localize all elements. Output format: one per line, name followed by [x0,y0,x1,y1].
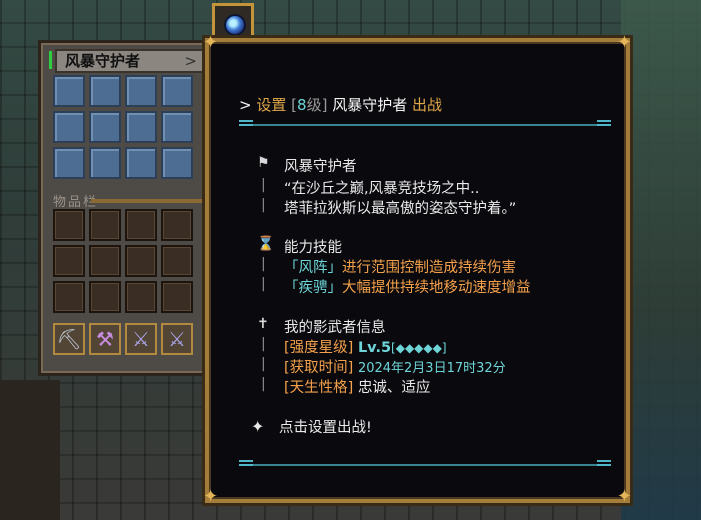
storage-slot[interactable] [89,111,121,143]
inventory-slot[interactable] [53,281,85,313]
shadow-warrior-tooltip: ✦ ✦ ✦ ✦ > 设置 [8级] 风暴守护者 出战 ⚑ 风暴守护者 | “在沙… [203,32,632,507]
skill-1-name: 「风阵」 [284,260,342,276]
nature-label: [天生性格] [284,380,354,396]
frame-corner-ornament: ✦ [203,486,219,507]
storage-slot[interactable] [53,111,85,143]
hourglass-icon: ⌛ [257,236,275,252]
storage-slot[interactable] [53,147,85,179]
frame-corner-ornament: ✦ [203,32,219,53]
time-row: [获取时间] 2024年2月3日17时32分 [284,356,506,377]
divider-cap [239,120,253,126]
top-divider [241,124,611,126]
storage-slot[interactable] [89,147,121,179]
inventory-slot[interactable] [89,281,121,313]
hotbar-slot-shovel[interactable]: ⛏ [53,323,85,355]
click-cursor-icon: ✦ [251,417,265,436]
skills-title: 能力技能 [284,240,342,256]
skill-1-desc: 进行范围控制造成持续伤害 [342,260,516,276]
hotbar-slot-pickaxe[interactable]: ⚒ [89,323,121,355]
header-action: 设置 [256,96,287,114]
section-divider [91,199,211,203]
indent-bar: | [261,256,266,272]
bottom-divider [241,464,611,466]
pet-name: 风暴守护者 [284,159,357,175]
divider-cap [597,120,611,126]
storm-orb-icon [224,14,246,36]
storage-slot[interactable] [161,111,193,143]
sword-icon: ⚔ [132,327,150,351]
hotbar-slot-sword[interactable]: ⚔ [125,323,157,355]
storage-slot[interactable] [125,111,157,143]
nature-row: [天生性格] 忠诚、适应 [284,376,430,397]
inventory-title: 风暴守护者 [65,52,141,70]
action-hint[interactable]: 点击设置出战! [279,416,372,437]
hotbar-slot-sword[interactable]: ⚔ [161,323,193,355]
inventory-title-tab[interactable]: 风暴守护者 > [55,49,207,73]
skill-2-desc: 大幅提供持续地移动速度增益 [342,280,531,296]
level-bracket-close: 级] [306,96,328,114]
skill-2-name: 「疾骋」 [284,280,342,296]
inventory-slot[interactable] [125,245,157,277]
world-background-dirt [0,380,60,520]
storage-slot[interactable] [125,147,157,179]
divider-cap [239,460,253,466]
world-background-right [621,0,701,520]
star-level: Lv.5 [357,340,392,356]
indent-bar: | [261,177,266,193]
tag-icon: ⚑ [257,155,270,171]
inventory-slot[interactable] [53,245,85,277]
active-marker [49,51,52,69]
inventory-slot[interactable] [161,245,193,277]
quote-line-1: “在沙丘之巅,风暴竞技场之中.. [284,181,480,197]
star-row: [强度星级] Lv.5[◆◆◆◆◆] [284,336,447,357]
header-name: 风暴守护者 [332,96,408,114]
time-label: [获取时间] [284,360,354,376]
pickaxe-icon: ⚒ [96,327,114,351]
storage-slot[interactable] [125,75,157,107]
pin-icon: ✝ [257,316,269,332]
storage-slot[interactable] [161,75,193,107]
skill-1: 「风阵」进行范围控制造成持续伤害 [284,256,516,277]
time-value: 2024年2月3日17时32分 [357,361,506,376]
info-title: 我的影武者信息 [284,320,386,336]
inventory-slot[interactable] [53,209,85,241]
header-status: 出战 [412,96,443,114]
storage-slot[interactable] [161,147,193,179]
indent-bar: | [261,376,266,392]
indent-bar: | [261,336,266,352]
header-prefix: > [239,96,252,114]
star-label: [强度星级] [284,340,354,356]
chevron-right-icon: > [184,52,197,70]
frame-corner-ornament: ✦ [616,32,632,53]
storage-slot[interactable] [53,75,85,107]
inventory-slot[interactable] [89,245,121,277]
skill-2: 「疾骋」大幅提供持续地移动速度增益 [284,276,531,297]
inventory-slot[interactable] [89,209,121,241]
inventory-slot[interactable] [125,209,157,241]
star-rating: [◆◆◆◆◆] [391,341,447,355]
inventory-slot[interactable] [161,209,193,241]
nature-value: 忠诚、适应 [357,380,431,396]
inventory-slot[interactable] [161,281,193,313]
shovel-icon: ⛏ [56,327,82,351]
indent-bar: | [261,356,266,372]
inventory-slot[interactable] [125,281,157,313]
indent-bar: | [261,197,266,213]
quote-line-2: 塔菲拉狄斯以最高傲的姿态守护着。” [284,201,517,217]
storage-slot[interactable] [89,75,121,107]
tooltip-header: > 设置 [8级] 风暴守护者 出战 [239,94,442,115]
divider-cap [597,460,611,466]
header-level: 8 [297,96,307,114]
sword-icon: ⚔ [168,327,186,351]
indent-bar: | [261,276,266,292]
frame-corner-ornament: ✦ [616,486,632,507]
